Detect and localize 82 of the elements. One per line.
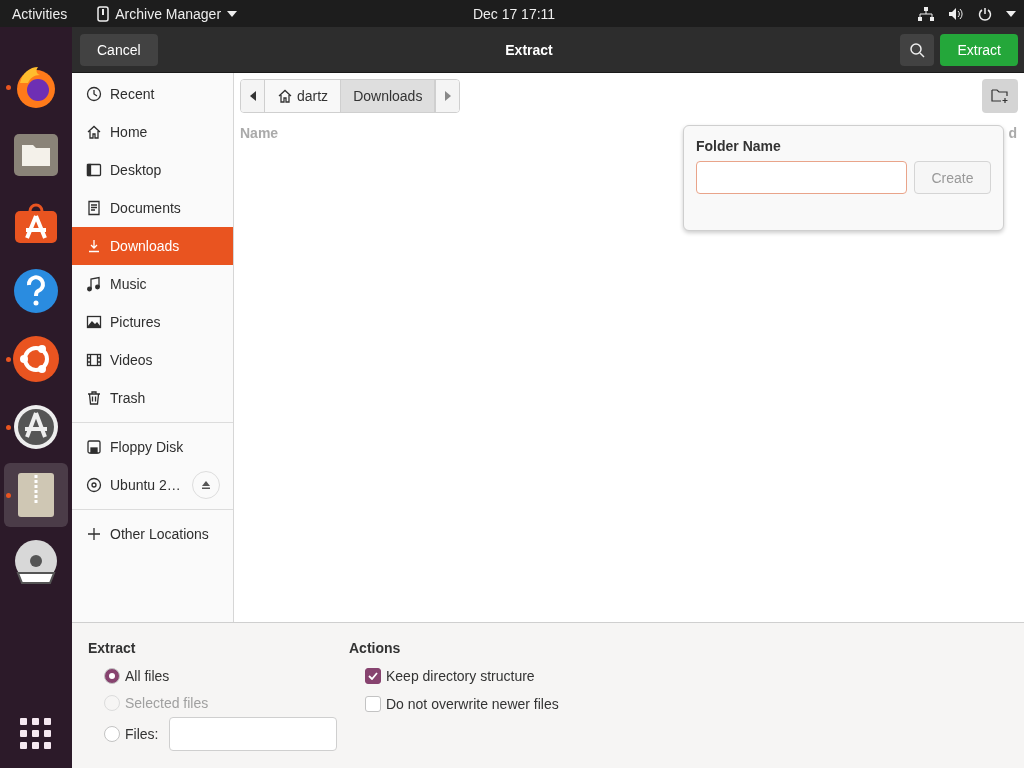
desktop-icon: [86, 162, 102, 178]
section-title: Extract: [88, 640, 137, 656]
sidebar-item[interactable]: Videos: [72, 341, 233, 379]
forward-arrow-button[interactable]: [435, 80, 460, 112]
files-field[interactable]: [169, 717, 338, 751]
check-icon: [368, 672, 378, 680]
sidebar-label: Documents: [110, 200, 182, 216]
search-icon: [909, 41, 926, 58]
document-icon: [86, 200, 102, 216]
sidebar-item[interactable]: Home: [72, 113, 233, 151]
power-icon[interactable]: [978, 6, 992, 21]
music-note-icon: [86, 276, 102, 292]
sidebar-item[interactable]: Trash: [72, 379, 233, 417]
right-arrow-icon: [444, 91, 451, 101]
checkbox[interactable]: [365, 668, 381, 684]
activities-button[interactable]: Activities: [12, 5, 68, 22]
caret-icon: [227, 10, 238, 17]
sidebar-label: Home: [110, 124, 149, 140]
sidebar-label: Floppy Disk: [110, 439, 185, 455]
sidebar-label: Downloads: [110, 238, 181, 254]
folder-plus-icon: [991, 88, 1009, 104]
sidebar-label: Recent: [110, 86, 156, 102]
clock[interactable]: Dec 17 17:11: [472, 5, 556, 22]
volume-icon[interactable]: [948, 6, 964, 21]
new-folder-button[interactable]: [982, 79, 1018, 113]
left-arrow-icon: [249, 91, 256, 101]
sidebar-item[interactable]: Desktop: [72, 151, 233, 189]
plus-icon: [86, 526, 102, 542]
radio-button[interactable]: [104, 726, 120, 742]
circle-of-friends-icon[interactable]: [12, 335, 60, 383]
cancel-button[interactable]: Cancel: [80, 33, 158, 66]
eject-button[interactable]: [192, 471, 220, 499]
disc-icon[interactable]: [12, 539, 60, 587]
eject-icon: [201, 480, 211, 490]
radio-label: Selected files: [125, 695, 209, 712]
sidebar-label: Pictures: [110, 314, 162, 330]
folder-name-field[interactable]: [696, 161, 907, 194]
home-icon: [277, 88, 293, 104]
path-segment[interactable]: dartz: [265, 80, 342, 112]
app-menu[interactable]: Archive Manager: [97, 5, 238, 22]
trash-icon: [86, 390, 102, 406]
help-icon[interactable]: [12, 267, 60, 315]
sidebar-item[interactable]: Pictures: [72, 303, 233, 341]
network-icon[interactable]: [918, 6, 934, 21]
sidebar-label: Videos: [110, 352, 154, 368]
app-grid-icon[interactable]: [20, 718, 52, 750]
disc-icon: [86, 477, 102, 493]
section-title: Actions: [349, 640, 402, 656]
home-icon: [86, 124, 102, 140]
sidebar-label: Desktop: [110, 162, 163, 178]
sidebar-item[interactable]: Music: [72, 265, 233, 303]
path-segment[interactable]: Downloads: [341, 80, 436, 112]
sidebar-item[interactable]: Other Locations: [72, 515, 233, 553]
film-icon: [86, 352, 102, 368]
clock-icon: [86, 86, 102, 102]
updater-icon[interactable]: [12, 403, 60, 451]
folder-icon[interactable]: [12, 131, 60, 179]
sidebar-label: Other Locations: [110, 526, 210, 542]
checkbox-label: Do not overwrite newer files: [386, 696, 559, 712]
checkbox-label: Keep directory structure: [386, 668, 535, 684]
radio-label: All files: [125, 667, 170, 684]
sidebar-item[interactable]: Floppy Disk: [72, 428, 233, 466]
search-button[interactable]: [900, 33, 935, 66]
radio-button[interactable]: [104, 667, 120, 684]
sidebar-item[interactable]: Ubuntu 2…: [72, 466, 233, 504]
popover-title: Folder Name: [696, 138, 782, 154]
sidebar-label: Trash: [110, 390, 147, 406]
sidebar-label: Music: [110, 276, 148, 292]
radio-label: Files:: [125, 726, 159, 742]
dock-item-highlight[interactable]: [4, 463, 68, 527]
sidebar-item[interactable]: Recent: [72, 75, 233, 113]
sidebar-label: Ubuntu 2…: [110, 477, 182, 493]
download-icon: [86, 238, 102, 254]
sidebar-item[interactable]: Downloads: [72, 227, 233, 265]
caret-icon[interactable]: [1006, 10, 1016, 17]
app-name: Archive Manager: [115, 5, 222, 22]
picture-icon: [86, 314, 102, 330]
back-arrow-button[interactable]: [241, 80, 265, 112]
sidebar-item[interactable]: Documents: [72, 189, 233, 227]
archive-icon: [97, 5, 110, 22]
checkbox[interactable]: [365, 696, 381, 712]
window-title: Extract: [504, 41, 554, 58]
